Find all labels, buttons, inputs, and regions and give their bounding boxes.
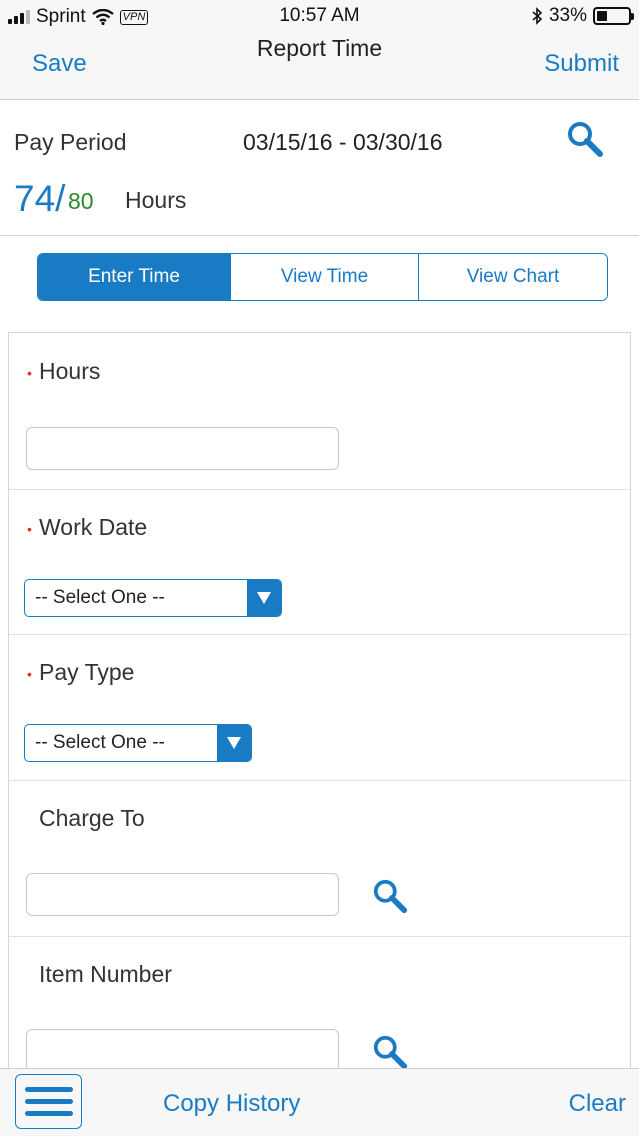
work-date-label: Work Date — [39, 514, 148, 540]
hours-input[interactable] — [26, 427, 339, 470]
battery-icon — [593, 7, 634, 25]
hours-total: 80 — [68, 188, 94, 214]
item-number-label: Item Number — [39, 961, 172, 987]
work-date-select[interactable]: -- Select One -- — [24, 579, 282, 617]
required-marker: • — [27, 666, 32, 682]
pay-type-label: Pay Type — [39, 659, 135, 685]
battery-percent: 33% — [548, 5, 587, 26]
pay-type-field: • Pay Type -- Select One -- — [9, 635, 630, 781]
battery-fill — [597, 11, 607, 21]
charge-to-field: Charge To — [9, 781, 630, 937]
pay-period-range: 03/15/16 - 03/30/16 — [243, 129, 443, 155]
copy-history-button[interactable]: Copy History — [163, 1090, 300, 1118]
status-bar: Sprint VPN 10:57 AM 33% — [0, 0, 639, 32]
required-marker: • — [27, 521, 32, 537]
menu-icon[interactable] — [15, 1074, 82, 1129]
nav-bar: Save Report Time Submit — [0, 32, 639, 100]
status-right: 33% — [531, 5, 634, 27]
chevron-down-icon[interactable] — [247, 580, 281, 616]
clear-button[interactable]: Clear — [569, 1090, 626, 1118]
charge-to-input[interactable] — [26, 873, 339, 916]
chevron-down-icon[interactable] — [217, 725, 251, 761]
page-title: Report Time — [256, 35, 383, 61]
pay-type-select[interactable]: -- Select One -- — [24, 724, 252, 762]
pay-period-header: Pay Period 03/15/16 - 03/30/16 74/ 80 Ho… — [0, 101, 639, 236]
bottom-toolbar: Copy History Clear — [0, 1068, 639, 1136]
bluetooth-icon — [532, 7, 543, 25]
search-icon[interactable] — [371, 1033, 409, 1071]
search-icon[interactable] — [371, 877, 409, 915]
work-date-selected: -- Select One -- — [35, 587, 165, 608]
hours-label: Hours — [125, 187, 187, 213]
tab-enter-time[interactable]: Enter Time — [38, 254, 231, 300]
search-icon[interactable] — [565, 119, 605, 159]
pay-type-selected: -- Select One -- — [35, 732, 165, 753]
charge-to-label: Charge To — [39, 805, 145, 831]
item-number-field: Item Number — [9, 937, 630, 1077]
time-entry-form: • Hours • Work Date -- Select One -- • P… — [8, 332, 631, 1072]
work-date-field: • Work Date -- Select One -- — [9, 490, 630, 635]
item-number-input[interactable] — [26, 1029, 339, 1072]
required-marker: • — [27, 365, 32, 381]
hours-field: • Hours — [9, 333, 630, 490]
tab-view-time[interactable]: View Time — [231, 254, 419, 300]
hours-worked: 74/ — [14, 178, 66, 219]
tab-view-chart[interactable]: View Chart — [419, 254, 607, 300]
view-tabs: Enter Time View Time View Chart — [37, 253, 608, 301]
submit-button[interactable]: Submit — [544, 50, 619, 78]
hours-field-label: Hours — [39, 358, 101, 384]
pay-period-label: Pay Period — [14, 129, 127, 155]
